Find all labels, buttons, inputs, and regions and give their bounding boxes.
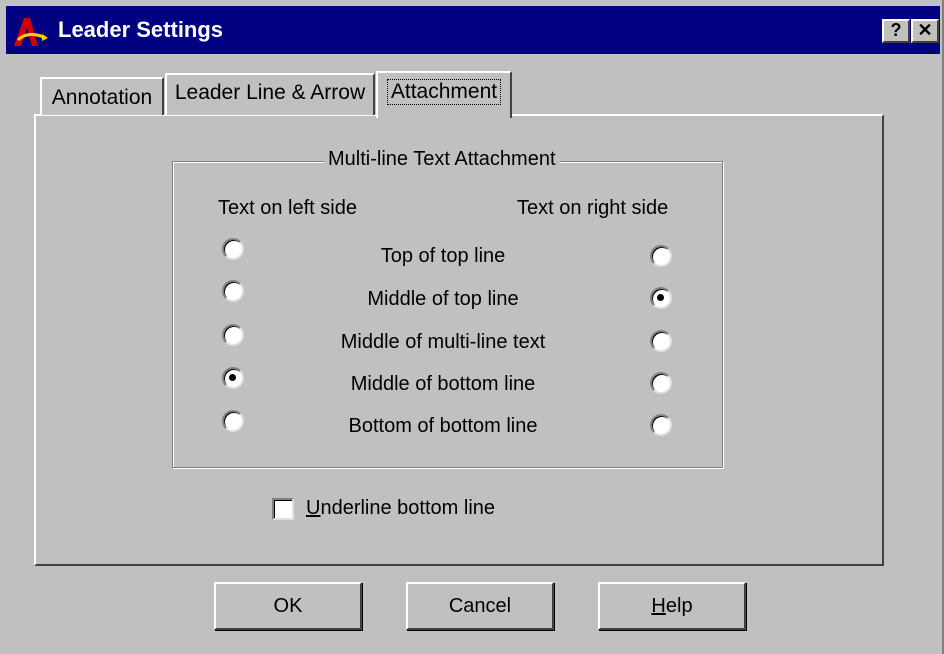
mnemonic-u: U — [306, 497, 321, 519]
left-radio-middle-of-multiline-text[interactable] — [222, 324, 244, 346]
tab-annotation[interactable]: Annotation — [40, 77, 164, 115]
option-label: Middle of bottom line — [350, 373, 536, 395]
left-radio-bottom-of-bottom-line[interactable] — [222, 410, 244, 432]
right-radio-top-of-top-line[interactable] — [650, 245, 672, 267]
group-title: Multi-line Text Attachment — [324, 148, 560, 171]
label-rest: nderline bottom line — [320, 497, 496, 519]
tab-label: Attachment — [386, 79, 502, 105]
leader-settings-dialog: Leader Settings ? ✕ Annotation Leader Li… — [0, 0, 944, 654]
underline-bottom-line-checkbox[interactable] — [272, 498, 294, 520]
autocad-app-icon — [14, 18, 48, 46]
tab-label: Leader Line & Arrow — [174, 81, 366, 104]
underline-checkbox-label[interactable]: Underline bottom line — [306, 497, 495, 520]
window-title: Leader Settings — [58, 17, 224, 42]
close-button[interactable]: ✕ — [911, 19, 939, 43]
tab-leader-line-arrow[interactable]: Leader Line & Arrow — [165, 73, 375, 115]
context-help-button[interactable]: ? — [882, 19, 910, 43]
tab-attachment[interactable]: Attachment — [376, 71, 512, 118]
title-bar[interactable]: Leader Settings ? ✕ — [6, 6, 940, 54]
right-radio-middle-of-bottom-line[interactable] — [650, 372, 672, 394]
tab-label: Annotation — [51, 86, 153, 109]
option-label: Middle of multi-line text — [340, 331, 546, 353]
right-radio-middle-of-top-line[interactable] — [650, 287, 672, 309]
mnemonic-h: H — [651, 595, 666, 617]
label-rest: elp — [665, 595, 693, 617]
ok-button[interactable]: OK — [214, 582, 362, 630]
left-radio-middle-of-bottom-line[interactable] — [222, 367, 244, 389]
left-radio-middle-of-top-line[interactable] — [222, 280, 244, 302]
right-side-heading: Text on right side — [517, 197, 669, 219]
right-radio-bottom-of-bottom-line[interactable] — [650, 414, 672, 436]
cancel-button[interactable]: Cancel — [406, 582, 554, 630]
option-label: Bottom of bottom line — [348, 415, 538, 437]
option-label: Top of top line — [380, 245, 506, 267]
left-side-heading: Text on left side — [218, 197, 357, 219]
help-button[interactable]: Help — [598, 582, 746, 630]
right-radio-middle-of-multiline-text[interactable] — [650, 330, 672, 352]
option-label: Middle of top line — [367, 288, 519, 310]
left-radio-top-of-top-line[interactable] — [222, 238, 244, 260]
